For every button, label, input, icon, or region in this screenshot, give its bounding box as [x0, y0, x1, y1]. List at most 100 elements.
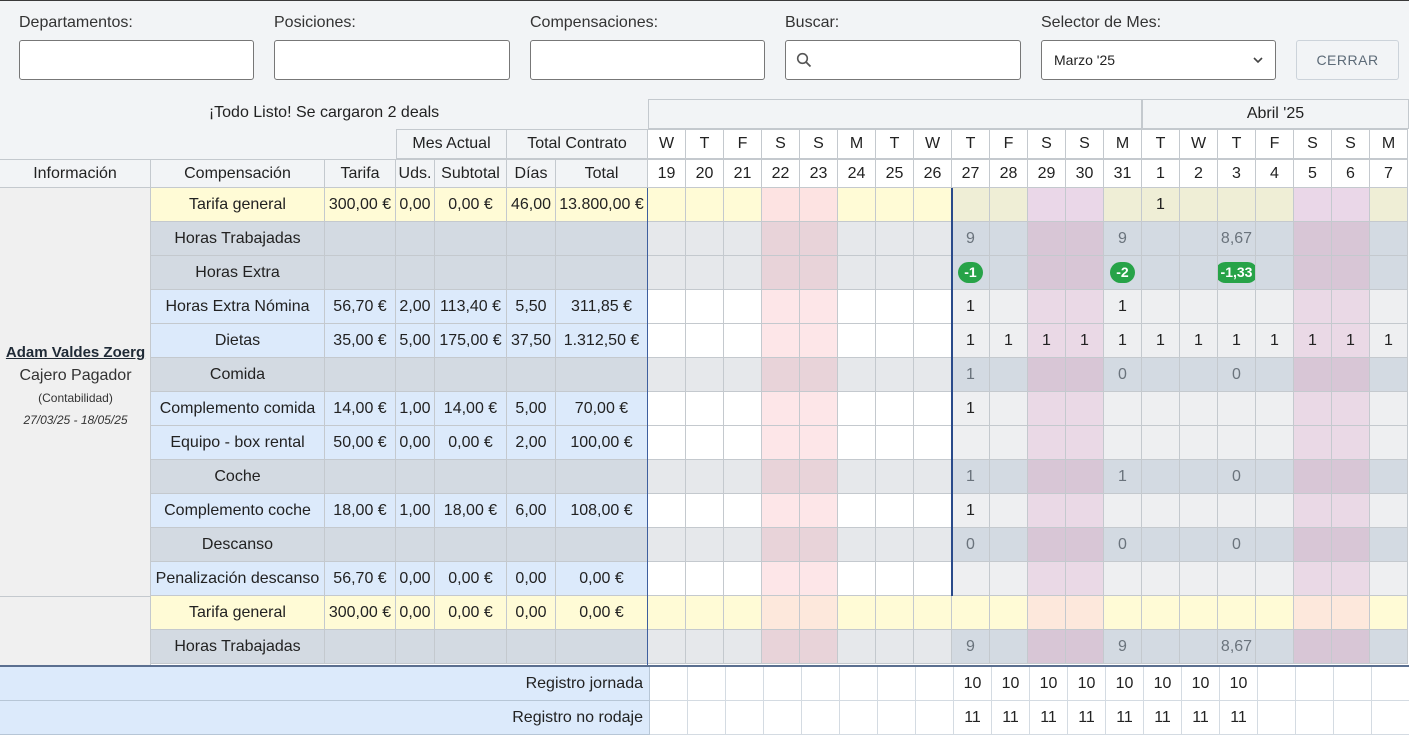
day-cell[interactable]	[762, 630, 800, 664]
subtotal-cell[interactable]: 14,00 €	[435, 392, 507, 426]
day-cell[interactable]	[1028, 290, 1066, 324]
day-cell[interactable]	[1142, 562, 1180, 596]
day-cell[interactable]	[800, 596, 838, 630]
day-cell[interactable]: 0	[1218, 528, 1256, 562]
total-cell[interactable]: 0,00 €	[556, 562, 648, 596]
footer-day-cell[interactable]	[650, 667, 688, 701]
day-cell[interactable]	[800, 528, 838, 562]
day-cell[interactable]: 1	[1142, 188, 1180, 222]
day-cell[interactable]	[990, 256, 1028, 290]
day-cell[interactable]	[914, 222, 952, 256]
day-cell[interactable]	[800, 630, 838, 664]
tarifa-cell[interactable]: 300,00 €	[325, 596, 396, 630]
tarifa-cell[interactable]: 14,00 €	[325, 392, 396, 426]
day-cell[interactable]: 1	[952, 494, 990, 528]
day-cell[interactable]	[990, 562, 1028, 596]
day-cell[interactable]	[686, 630, 724, 664]
compensaciones-input[interactable]	[531, 41, 764, 79]
day-cell[interactable]: 1	[1180, 324, 1218, 358]
day-cell[interactable]	[1256, 630, 1294, 664]
day-cell[interactable]	[648, 222, 686, 256]
footer-day-cell[interactable]: 10	[1144, 667, 1182, 701]
footer-day-cell[interactable]	[1258, 701, 1296, 735]
day-cell[interactable]	[800, 358, 838, 392]
day-cell[interactable]	[1294, 358, 1332, 392]
day-cell[interactable]	[838, 460, 876, 494]
day-cell[interactable]	[838, 562, 876, 596]
day-cell[interactable]	[686, 528, 724, 562]
subtotal-cell[interactable]: 0,00 €	[435, 562, 507, 596]
day-cell[interactable]	[1180, 596, 1218, 630]
day-cell[interactable]	[1370, 494, 1408, 528]
day-cell[interactable]	[838, 494, 876, 528]
day-cell[interactable]: 1	[1218, 324, 1256, 358]
day-cell[interactable]	[838, 256, 876, 290]
subtotal-cell[interactable]: 175,00 €	[435, 324, 507, 358]
day-cell[interactable]	[914, 426, 952, 460]
employee-name-link[interactable]: Adam Valdes Zoerg	[0, 344, 151, 361]
footer-day-cell[interactable]	[1296, 701, 1334, 735]
day-cell[interactable]	[1180, 222, 1218, 256]
footer-day-cell[interactable]	[878, 667, 916, 701]
day-cell[interactable]	[1294, 290, 1332, 324]
day-cell[interactable]	[1142, 426, 1180, 460]
day-cell[interactable]	[648, 596, 686, 630]
day-cell[interactable]	[876, 426, 914, 460]
subtotal-cell[interactable]: 18,00 €	[435, 494, 507, 528]
dias-cell[interactable]: 2,00	[507, 426, 556, 460]
uds-cell[interactable]: 0,00	[396, 562, 435, 596]
day-cell[interactable]	[952, 426, 990, 460]
day-cell[interactable]	[876, 256, 914, 290]
day-cell[interactable]	[990, 392, 1028, 426]
day-cell[interactable]	[1294, 528, 1332, 562]
day-cell[interactable]	[1256, 460, 1294, 494]
total-cell[interactable]: 70,00 €	[556, 392, 648, 426]
day-cell[interactable]	[800, 494, 838, 528]
footer-day-cell[interactable]	[726, 667, 764, 701]
day-cell[interactable]	[1066, 596, 1104, 630]
footer-day-cell[interactable]	[802, 701, 840, 735]
day-cell[interactable]	[648, 460, 686, 494]
dias-cell[interactable]: 5,00	[507, 392, 556, 426]
day-cell[interactable]	[1066, 528, 1104, 562]
day-cell[interactable]: 1	[1332, 324, 1370, 358]
day-cell[interactable]	[1142, 358, 1180, 392]
day-cell[interactable]	[1256, 256, 1294, 290]
day-cell[interactable]	[1218, 290, 1256, 324]
day-cell[interactable]	[1180, 256, 1218, 290]
day-cell[interactable]	[686, 596, 724, 630]
day-cell[interactable]	[1104, 562, 1142, 596]
day-cell[interactable]: 1	[1370, 324, 1408, 358]
day-cell[interactable]	[724, 596, 762, 630]
day-cell[interactable]	[1256, 222, 1294, 256]
day-cell[interactable]: 1	[952, 460, 990, 494]
day-cell[interactable]	[1104, 426, 1142, 460]
day-cell[interactable]	[1180, 188, 1218, 222]
day-cell[interactable]	[1294, 256, 1332, 290]
day-cell[interactable]	[1332, 426, 1370, 460]
day-cell[interactable]: 1	[990, 324, 1028, 358]
day-cell[interactable]	[1256, 494, 1294, 528]
day-cell[interactable]	[724, 460, 762, 494]
day-cell[interactable]	[762, 256, 800, 290]
day-cell[interactable]	[1028, 256, 1066, 290]
tarifa-cell[interactable]: 50,00 €	[325, 426, 396, 460]
day-cell[interactable]	[838, 324, 876, 358]
footer-day-cell[interactable]: 11	[1220, 701, 1258, 735]
day-cell[interactable]	[914, 562, 952, 596]
day-cell[interactable]	[990, 630, 1028, 664]
footer-day-cell[interactable]	[1334, 667, 1372, 701]
day-cell[interactable]	[1256, 596, 1294, 630]
footer-day-cell[interactable]	[764, 701, 802, 735]
total-cell[interactable]: 13.800,00 €	[556, 188, 648, 222]
day-cell[interactable]: 1	[1104, 324, 1142, 358]
search-input[interactable]	[786, 41, 1020, 79]
day-cell[interactable]	[686, 290, 724, 324]
day-cell[interactable]	[876, 494, 914, 528]
day-cell[interactable]	[686, 188, 724, 222]
day-cell[interactable]	[914, 324, 952, 358]
day-cell[interactable]	[1142, 494, 1180, 528]
day-cell[interactable]	[1066, 392, 1104, 426]
day-cell[interactable]	[1294, 562, 1332, 596]
footer-day-cell[interactable]	[840, 701, 878, 735]
